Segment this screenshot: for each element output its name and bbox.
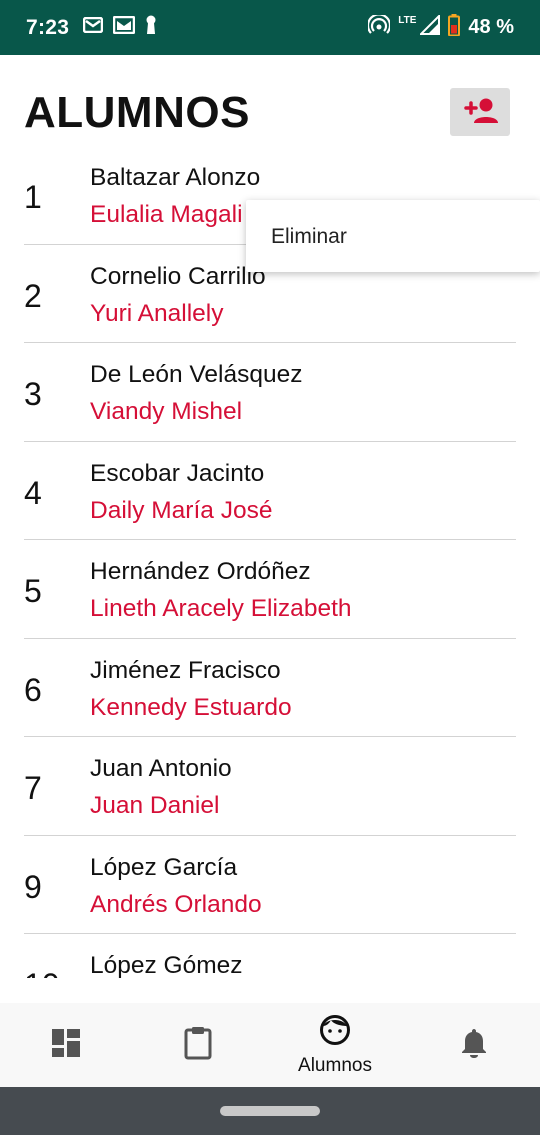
student-number: 2: [24, 277, 42, 314]
student-number: 7: [24, 770, 42, 806]
nav-label-alumnos: Alumnos: [298, 1054, 372, 1076]
student-surname: De León Velásquez: [90, 361, 303, 388]
system-nav-bar: [0, 1087, 540, 1135]
student-row[interactable]: 4 Escobar Jacinto Daily María José: [24, 442, 516, 540]
status-bar: 7:23 LTE 48 %: [0, 0, 540, 55]
battery-icon: [448, 14, 461, 41]
nav-item-alumnos[interactable]: Alumnos: [280, 1003, 390, 1087]
clipboard-icon: [184, 1026, 212, 1065]
student-surname: Hernández Ordóñez: [90, 558, 311, 585]
student-number: 3: [24, 376, 42, 412]
student-number: 1: [24, 179, 42, 215]
student-row[interactable]: 10 López Gómez: [24, 934, 516, 978]
person-add-icon: [462, 97, 498, 128]
student-surname: López Gómez: [90, 952, 243, 978]
student-row[interactable]: 5 Hernández Ordóñez Lineth Aracely Eliza…: [24, 540, 516, 639]
nav-item-notifications[interactable]: [444, 1003, 504, 1087]
student-given-name: Yuri Anallely: [90, 299, 224, 327]
student-given-name: Viandy Mishel: [90, 398, 243, 425]
student-row[interactable]: 3 De León Velásquez Viandy Mishel: [24, 343, 516, 442]
student-number: 9: [24, 868, 42, 905]
student-surname: Cornelio Carrillo: [90, 262, 266, 290]
dashboard-icon: [51, 1028, 81, 1063]
student-given-name: Juan Daniel: [90, 792, 220, 819]
mail-icon: [82, 16, 104, 38]
student-given-name: Lineth Aracely Elizabeth: [90, 595, 352, 622]
student-number: 4: [24, 474, 42, 511]
nav-item-dashboard[interactable]: [36, 1003, 96, 1087]
student-surname: Juan Antonio: [90, 755, 232, 782]
hotspot-icon: [367, 13, 392, 40]
nav-item-clipboard[interactable]: [168, 1003, 228, 1087]
context-menu: Eliminar: [246, 200, 540, 272]
delete-menu-item[interactable]: Eliminar: [271, 225, 347, 249]
student-surname: Escobar Jacinto: [90, 459, 265, 487]
student-surname: Baltazar Alonzo: [90, 164, 261, 191]
home-gesture-pill[interactable]: [220, 1106, 320, 1116]
page-title: ALUMNOS: [24, 88, 250, 137]
student-number: 6: [24, 671, 42, 708]
student-number: 10: [24, 967, 60, 978]
student-given-name: Daily María José: [90, 496, 273, 524]
student-surname: López García: [90, 853, 238, 881]
student-surname: Jiménez Fracisco: [90, 656, 281, 684]
student-row[interactable]: 6 Jiménez Fracisco Kennedy Estuardo: [24, 639, 516, 737]
signal-icon: [418, 13, 441, 40]
student-given-name: Andrés Orlando: [90, 890, 262, 918]
bottom-nav: Alumnos: [0, 1003, 540, 1087]
student-number: 5: [24, 573, 42, 609]
add-student-button[interactable]: [450, 88, 510, 136]
status-time: 7:23: [26, 15, 70, 39]
face-icon: [319, 1014, 351, 1051]
bell-icon: [460, 1027, 488, 1064]
mail-outline-icon: [112, 15, 136, 39]
student-row[interactable]: 9 López García Andrés Orlando: [24, 836, 516, 934]
keyhole-icon: [145, 15, 157, 40]
student-given-name: Eulalia Magali: [90, 201, 243, 228]
battery-percent: 48 %: [468, 16, 514, 38]
network-type: LTE: [398, 15, 417, 26]
student-given-name: Kennedy Estuardo: [90, 693, 292, 721]
student-row[interactable]: 7 Juan Antonio Juan Daniel: [24, 737, 516, 836]
